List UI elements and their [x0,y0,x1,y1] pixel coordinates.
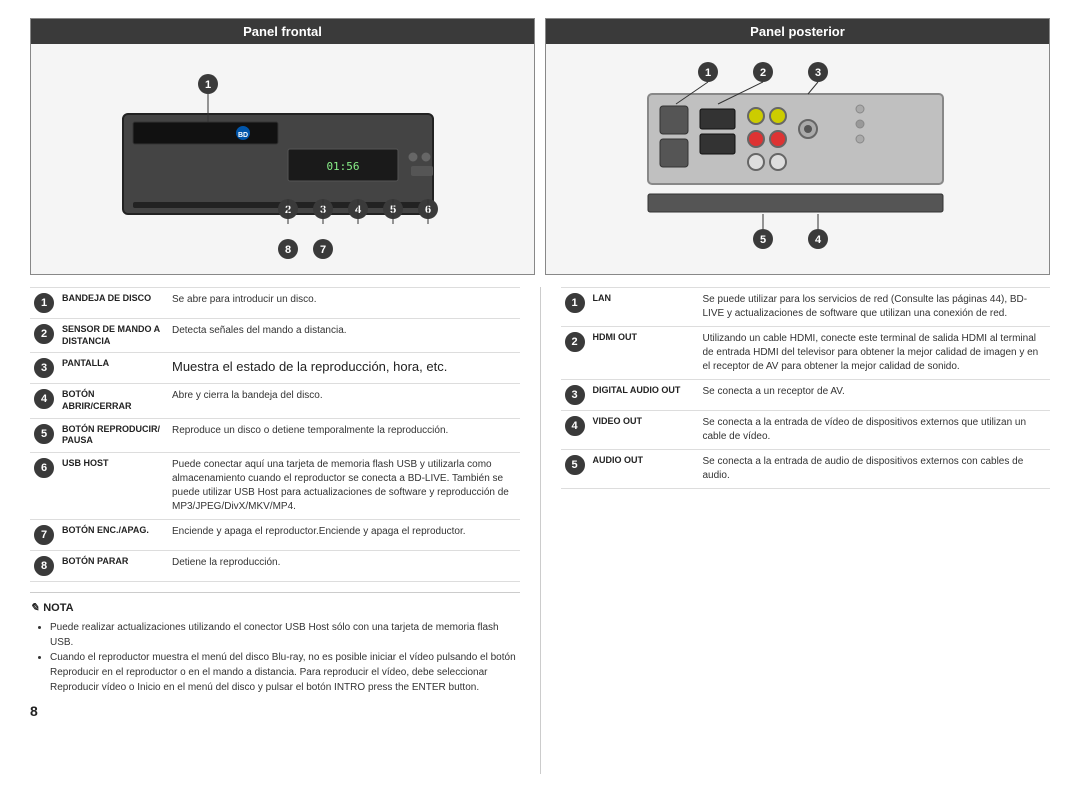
svg-text:4: 4 [814,234,821,246]
feature-label: BANDEJA DE DISCO [58,288,168,319]
notes-list: Puede realizar actualizaciones utilizand… [30,620,520,695]
row-number: 2 [30,319,58,353]
feature-desc: Muestra el estado de la reproducción, ho… [168,353,520,384]
rear-panel-header: Panel posterior [546,19,1049,44]
number-badge: 6 [34,458,54,478]
feature-desc: Se conecta a un receptor de AV. [699,380,1051,411]
front-panel-diagram: BD 01:56 1 2 [93,54,473,264]
svg-text:5: 5 [759,234,765,246]
feature-label: VIDEO OUT [589,411,699,450]
feature-label: SENSOR DE MANDO A DISTANCIA [58,319,168,353]
feature-desc: Se conecta a la entrada de audio de disp… [699,450,1051,489]
feature-desc: Se conecta a la entrada de vídeo de disp… [699,411,1051,450]
svg-text:1: 1 [704,67,710,79]
feature-label: LAN [589,288,699,327]
feature-desc: Utilizando un cable HDMI, conecte este t… [699,327,1051,380]
feature-label: PANTALLA [58,353,168,384]
middle-section: 1BANDEJA DE DISCOSe abre para introducir… [30,287,1050,774]
feature-desc: Abre y cierra la bandeja del disco. [168,384,520,418]
number-badge: 3 [565,385,585,405]
row-number: 3 [30,353,58,384]
table-row: 5AUDIO OUTSe conecta a la entrada de aud… [561,450,1051,489]
table-row: 4VIDEO OUTSe conecta a la entrada de víd… [561,411,1051,450]
row-number: 4 [30,384,58,418]
number-badge: 3 [34,358,54,378]
rear-panel-diagram: 1 2 3 5 4 [608,54,988,264]
feature-desc: Detecta señales del mando a distancia. [168,319,520,353]
list-item: Cuando el reproductor muestra el menú de… [50,650,520,695]
table-row: 6USB HOSTPuede conectar aquí una tarjeta… [30,453,520,520]
row-number: 2 [561,327,589,380]
number-badge: 8 [34,556,54,576]
number-badge: 2 [565,332,585,352]
front-panel-header: Panel frontal [31,19,534,44]
feature-desc: Enciende y apaga el reproductor.Enciende… [168,520,520,551]
feature-label: DIGITAL AUDIO OUT [589,380,699,411]
feature-label: BOTÓN REPRODUCIR/ PAUSA [58,418,168,452]
front-features-table: 1BANDEJA DE DISCOSe abre para introducir… [30,287,520,582]
table-row: 1LANSe puede utilizar para los servicios… [561,288,1051,327]
row-number: 8 [30,551,58,582]
number-badge: 5 [565,455,585,475]
section-divider [540,287,541,774]
row-number: 4 [561,411,589,450]
feature-label: HDMI OUT [589,327,699,380]
rear-features-section: 1LANSe puede utilizar para los servicios… [561,287,1051,774]
svg-text:7: 7 [319,244,325,256]
row-number: 7 [30,520,58,551]
table-row: 3PANTALLAMuestra el estado de la reprodu… [30,353,520,384]
rear-features-table: 1LANSe puede utilizar para los servicios… [561,287,1051,489]
page-number: 8 [30,703,520,719]
table-row: 2SENSOR DE MANDO A DISTANCIADetecta seña… [30,319,520,353]
feature-desc: Se abre para introducir un disco. [168,288,520,319]
row-number: 5 [561,450,589,489]
svg-text:01:56: 01:56 [326,160,359,173]
feature-desc: Detiene la reproducción. [168,551,520,582]
feature-desc: Puede conectar aquí una tarjeta de memor… [168,453,520,520]
feature-label: AUDIO OUT [589,450,699,489]
table-row: 8BOTÓN PARARDetiene la reproducción. [30,551,520,582]
front-features-section: 1BANDEJA DE DISCOSe abre para introducir… [30,287,520,774]
feature-desc: Se puede utilizar para los servicios de … [699,288,1051,327]
table-row: 5BOTÓN REPRODUCIR/ PAUSAReproduce un dis… [30,418,520,452]
feature-label: BOTÓN PARAR [58,551,168,582]
svg-text:1: 1 [204,79,210,91]
row-number: 1 [30,288,58,319]
notes-label: NOTA [43,602,73,614]
row-number: 3 [561,380,589,411]
notes-section: ✎ NOTA Puede realizar actualizaciones ut… [30,592,520,695]
table-row: 1BANDEJA DE DISCOSe abre para introducir… [30,288,520,319]
notes-title: ✎ NOTA [30,601,520,614]
page: Panel frontal BD 01:56 [0,0,1080,788]
number-badge: 2 [34,324,54,344]
table-row: 2HDMI OUTUtilizando un cable HDMI, conec… [561,327,1051,380]
feature-desc: Reproduce un disco o detiene temporalmen… [168,418,520,452]
number-badge: 5 [34,424,54,444]
svg-text:3: 3 [814,67,820,79]
list-item: Puede realizar actualizaciones utilizand… [50,620,520,650]
top-section: Panel frontal BD 01:56 [30,18,1050,275]
svg-text:8: 8 [284,244,290,256]
row-number: 5 [30,418,58,452]
number-badge: 1 [34,293,54,313]
row-number: 6 [30,453,58,520]
table-row: 3DIGITAL AUDIO OUTSe conecta a un recept… [561,380,1051,411]
number-badge: 7 [34,525,54,545]
number-badge: 1 [565,293,585,313]
front-panel-body: BD 01:56 1 2 [31,44,534,274]
svg-text:2: 2 [759,67,765,79]
svg-text:BD: BD [237,132,247,139]
table-row: 4BOTÓN ABRIR/CERRARAbre y cierra la band… [30,384,520,418]
rear-panel: Panel posterior [545,18,1050,275]
front-panel: Panel frontal BD 01:56 [30,18,535,275]
notes-symbol: ✎ [30,601,39,614]
number-badge: 4 [34,389,54,409]
feature-label: BOTÓN ENC./APAG. [58,520,168,551]
feature-label: BOTÓN ABRIR/CERRAR [58,384,168,418]
table-row: 7BOTÓN ENC./APAG.Enciende y apaga el rep… [30,520,520,551]
row-number: 1 [561,288,589,327]
feature-label: USB HOST [58,453,168,520]
number-badge: 4 [565,416,585,436]
rear-panel-body: 1 2 3 5 4 [546,44,1049,274]
